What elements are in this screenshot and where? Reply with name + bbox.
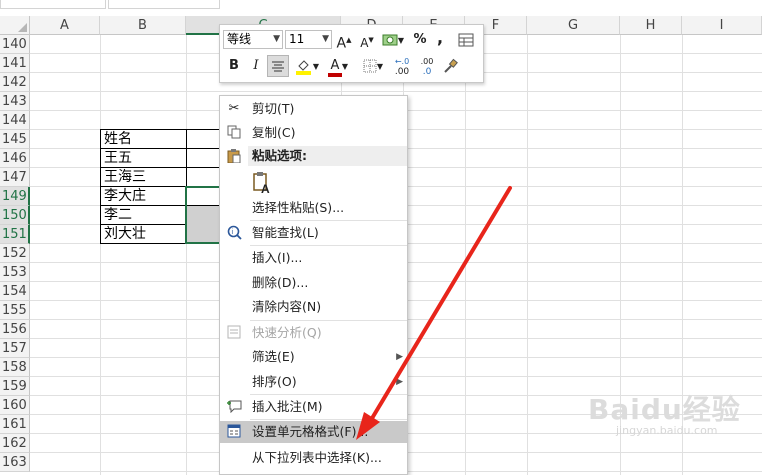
annotation-arrow: [356, 186, 512, 440]
arrow-shaft: [366, 186, 512, 427]
arrow-head: [356, 412, 380, 440]
